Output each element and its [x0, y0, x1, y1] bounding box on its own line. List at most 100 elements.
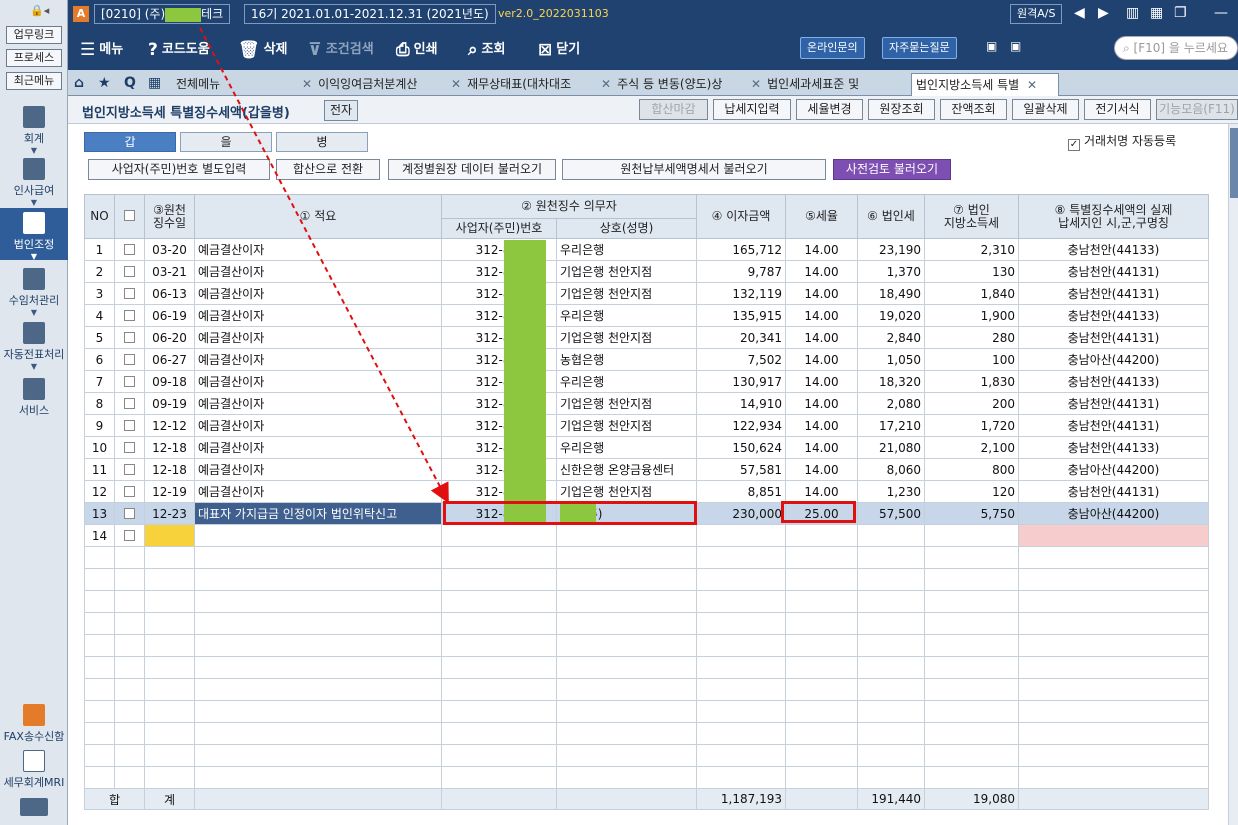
print-button[interactable]: ⎙ 인쇄 — [396, 38, 438, 60]
empty-cell[interactable] — [114, 546, 145, 569]
local-tax-cell[interactable]: 1,830 — [924, 370, 1019, 393]
empty-cell[interactable] — [857, 766, 925, 789]
empty-cell[interactable] — [924, 634, 1019, 657]
empty-cell[interactable] — [194, 766, 442, 789]
tax-rate-cell[interactable]: 14.00 — [785, 238, 858, 261]
empty-row[interactable] — [84, 744, 1209, 767]
close-icon[interactable]: ✕ — [751, 77, 761, 91]
local-tax-cell[interactable]: 1,900 — [924, 304, 1019, 327]
empty-row[interactable] — [84, 568, 1209, 591]
fiscal-period[interactable]: 16기 2021.01.01-2021.12.31 (2021년도) — [244, 4, 496, 24]
empty-cell[interactable] — [84, 744, 115, 767]
corp-tax-cell[interactable]: 57,500 — [857, 502, 925, 525]
tab-balance-sheet[interactable]: ✕ 재무상태표(대차대조 — [451, 73, 601, 96]
empty-cell[interactable] — [556, 744, 697, 767]
empty-cell[interactable] — [441, 722, 557, 745]
empty-cell[interactable] — [84, 678, 115, 701]
empty-cell[interactable] — [785, 656, 858, 679]
sidebar-item-client-management[interactable]: 수임처관리 ▼ — [0, 266, 68, 317]
scrollbar-thumb[interactable] — [1230, 128, 1238, 198]
delete-button[interactable]: 🗑 삭제 — [238, 38, 288, 60]
tax-region-cell[interactable]: 충남천안(44133) — [1018, 304, 1209, 327]
local-tax-cell[interactable]: 1,840 — [924, 282, 1019, 305]
local-tax-cell[interactable]: 2,310 — [924, 238, 1019, 261]
table-row[interactable]: 3 06-13 예금결산이자 312-85- 기업은행 천안지점 132,119 14.00… — [84, 282, 1209, 305]
empty-cell[interactable] — [556, 722, 697, 745]
sidebar-item-fax[interactable]: FAX송수신함 — [0, 704, 68, 744]
sidebar-item-book[interactable] — [0, 798, 68, 824]
withholding-date-cell[interactable]: 09-18 — [144, 370, 195, 393]
empty-cell[interactable] — [1018, 766, 1209, 789]
withholding-date-cell[interactable]: 06-27 — [144, 348, 195, 371]
empty-cell[interactable] — [556, 766, 697, 789]
empty-cell[interactable] — [696, 744, 786, 767]
empty-cell[interactable] — [857, 678, 925, 701]
tab-corp-tax-base[interactable]: ✕ 법인세과세표준 및 — [751, 73, 911, 96]
home-icon[interactable]: ⌂ — [74, 75, 84, 91]
interest-amount-cell[interactable]: 122,934 — [696, 414, 786, 437]
prior-form-button[interactable]: 전기서식 — [1084, 99, 1151, 120]
tax-region-cell[interactable]: 충남천안(44133) — [1018, 436, 1209, 459]
sidebar-item-mri[interactable]: 세무회계MRI — [0, 750, 68, 790]
select-all-checkbox[interactable] — [114, 194, 145, 239]
table-row[interactable]: 9 12-12 예금결산이자 312-85- 기업은행 천안지점 122,934 14.00… — [84, 414, 1209, 437]
empty-cell[interactable] — [857, 722, 925, 745]
row-checkbox[interactable] — [114, 238, 145, 261]
row-checkbox[interactable] — [114, 480, 145, 503]
empty-cell[interactable] — [924, 546, 1019, 569]
tax-rate-cell[interactable]: 14.00 — [785, 436, 858, 459]
row-checkbox[interactable] — [114, 326, 145, 349]
grid-view-icon[interactable]: ▦ — [1150, 5, 1163, 21]
empty-cell[interactable] — [194, 744, 442, 767]
corp-tax-cell[interactable]: 23,190 — [857, 238, 925, 261]
empty-cell[interactable] — [194, 612, 442, 635]
empty-cell[interactable] — [924, 568, 1019, 591]
tax-rate-cell[interactable]: 14.00 — [785, 348, 858, 371]
empty-cell[interactable] — [114, 766, 145, 789]
tax-region-cell[interactable]: 충남천안(44131) — [1018, 282, 1209, 305]
empty-cell[interactable] — [441, 700, 557, 723]
empty-cell[interactable] — [696, 612, 786, 635]
corp-tax-cell[interactable]: 2,080 — [857, 392, 925, 415]
empty-cell[interactable] — [194, 568, 442, 591]
empty-cell[interactable] — [441, 744, 557, 767]
empty-cell[interactable] — [1018, 656, 1209, 679]
empty-cell[interactable] — [696, 656, 786, 679]
load-withholding-statement-button[interactable]: 원천납부세액명세서 불러오기 — [562, 159, 826, 180]
empty-cell[interactable] — [1018, 546, 1209, 569]
close-icon[interactable]: ✕ — [601, 77, 611, 91]
withholding-date-cell[interactable]: 03-21 — [144, 260, 195, 283]
empty-cell[interactable] — [556, 656, 697, 679]
payer-name-cell[interactable]: 농협은행 — [556, 348, 697, 371]
payer-name-cell[interactable]: 기업은행 천안지점 — [556, 392, 697, 415]
interest-amount-cell[interactable]: 230,000 — [696, 502, 786, 525]
empty-cell[interactable] — [194, 656, 442, 679]
empty-cell[interactable] — [857, 744, 925, 767]
close-button[interactable]: ⊠ 닫기 — [538, 38, 580, 60]
empty-cell[interactable] — [441, 656, 557, 679]
empty-row[interactable] — [84, 590, 1209, 613]
withholding-date-cell[interactable] — [144, 524, 195, 547]
corp-tax-cell[interactable]: 21,080 — [857, 436, 925, 459]
tab-eul[interactable]: 을 — [180, 132, 272, 152]
empty-row[interactable] — [84, 612, 1209, 635]
tax-rate-cell[interactable]: 14.00 — [785, 326, 858, 349]
empty-cell[interactable] — [857, 700, 925, 723]
empty-cell[interactable] — [696, 766, 786, 789]
sidebar-item-service[interactable]: 서비스 — [0, 376, 68, 417]
tax-region-cell[interactable]: 충남천안(44133) — [1018, 370, 1209, 393]
empty-cell[interactable] — [144, 766, 195, 789]
tax-rate-cell[interactable] — [785, 524, 858, 547]
table-row[interactable]: 2 03-21 예금결산이자 312-85- 기업은행 천안지점 9,787 14.00 1,… — [84, 260, 1209, 283]
local-tax-cell[interactable]: 5,750 — [924, 502, 1019, 525]
payer-name-cell[interactable]: 신한은행 온양금융센터 — [556, 458, 697, 481]
summary-cell[interactable]: 예금결산이자 — [194, 414, 442, 437]
remote-as-button[interactable]: 원격A/S — [1010, 4, 1063, 24]
interest-amount-cell[interactable]: 20,341 — [696, 326, 786, 349]
empty-cell[interactable] — [114, 634, 145, 657]
tax-region-cell[interactable] — [1018, 524, 1209, 547]
tab-gap[interactable]: 갑 — [84, 132, 176, 152]
empty-cell[interactable] — [785, 634, 858, 657]
empty-cell[interactable] — [84, 568, 115, 591]
grid-icon[interactable]: ▦ — [148, 75, 161, 91]
